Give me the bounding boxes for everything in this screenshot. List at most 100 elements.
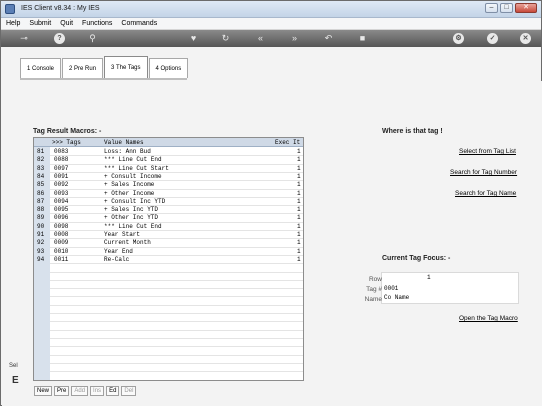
close-button[interactable]: ✕ [515,3,537,13]
row-tag: 0094 [54,197,69,205]
grid-line [50,171,303,173]
menu-quit[interactable]: Quit [55,18,77,29]
column-header-value-names[interactable]: Value Names [104,139,144,146]
row-tag: 0093 [54,189,69,197]
add-button[interactable]: Add [71,386,89,396]
tag-number-label: Tag # [366,286,382,293]
row-exec: 1 [297,148,301,155]
grid-line [50,313,303,314]
grid-line [50,221,303,223]
row-number: 88 [37,206,45,214]
row-value: 1 [427,274,431,281]
key-icon[interactable]: ⊸ [15,33,33,44]
row-value-name: + Sales Income [104,181,155,189]
refresh-icon[interactable]: ↻ [220,33,231,44]
grid-line [50,205,303,207]
minimize-button[interactable]: – [485,3,498,13]
grid-line [50,321,303,323]
row-value-name: *** Line Cut End [104,156,162,164]
row-tag: 0091 [54,172,69,180]
grid-line [50,163,303,165]
side-panel-glyph: E [12,375,19,386]
column-header-tags[interactable]: >>> Tags [52,139,81,146]
grid-line [50,188,303,190]
fast-forward-icon[interactable]: » [289,33,300,44]
row-tag: 0011 [54,255,69,263]
focus-title: Current Tag Focus: - [382,255,451,262]
row-number: 92 [37,239,45,247]
row-number: 85 [37,181,45,189]
open-tag-macro-link[interactable]: Open the Tag Macro [459,315,518,322]
grid-line [50,271,303,273]
tab-divider [20,78,187,80]
row-value-name: + Consult Inc YTD [104,197,166,205]
tab-pre-run[interactable]: 2 Pre Run [62,58,104,78]
window-controls: – □ ✕ [485,3,537,13]
menu-help[interactable]: Help [1,18,24,29]
row-number: 83 [37,164,45,172]
row-label: Row [368,276,382,283]
row-exec: 1 [297,231,301,238]
row-value-name: Year Start [104,231,141,238]
record-buttons: New Pre Add Ins Ed Del [34,386,137,396]
grid-line [50,155,303,157]
app-window: IES Client v8.34 : My IES – □ ✕ Help Sub… [0,0,542,406]
row-value-name: Loss: Ann Bud [104,148,151,155]
stop-icon[interactable]: ■ [357,33,368,44]
tab-options[interactable]: 4 Options [148,58,189,78]
menu-submit[interactable]: Submit [24,18,55,29]
grid-line [50,180,303,182]
row-number: 86 [37,189,45,197]
grid-line [50,337,303,339]
row-exec: 1 [297,214,301,222]
tab-the-tags[interactable]: 3 The Tags [104,56,148,78]
grid-line [50,371,303,373]
grid-line [50,354,303,356]
cancel-icon[interactable]: ✕ [520,33,531,44]
grid-line [50,329,303,331]
row-exec: 1 [297,239,301,247]
row-exec: 1 [297,247,301,255]
settings-icon[interactable]: ⚙ [453,33,464,44]
row-value-name: *** Line Cut End [104,222,162,230]
grid-line [50,279,303,281]
select-from-tag-list-link[interactable]: Select from Tag List [459,148,516,155]
row-value-name: + Sales Inc YTD [104,206,159,214]
maximize-button[interactable]: □ [500,3,513,13]
ins-button[interactable]: Ins [90,386,105,396]
tag-number-value: 0001 [384,285,399,292]
undo-icon[interactable]: ↶ [323,33,334,44]
grid-line [50,263,303,265]
row-tag: 0083 [54,148,69,155]
tag-name-value: Co Name [384,294,410,301]
row-tag: 0010 [54,247,69,255]
tab-console[interactable]: 1 Console [20,58,62,78]
menu-functions[interactable]: Functions [77,18,116,29]
search-icon[interactable]: ⚲ [87,33,98,44]
search-tag-name-link[interactable]: Search for Tag Name [455,190,516,197]
help-icon[interactable]: ? [54,33,65,44]
pre-button[interactable]: Pre [54,386,70,396]
row-value-name: + Other Inc YTD [104,214,159,222]
menu-commands[interactable]: Commands [116,18,161,29]
search-tag-number-link[interactable]: Search for Tag Number [450,169,517,176]
ed-button[interactable]: Ed [106,386,120,396]
row-exec: 1 [297,181,301,189]
grid-line [50,346,303,348]
macros-table[interactable]: >>> Tags Value Names Exec It 81 0083 Loss:… [33,137,304,381]
row-value-name: Current Month [104,239,151,247]
new-button[interactable]: New [34,386,53,396]
row-value-name: *** Line Cut Start [104,164,169,172]
del-button[interactable]: Del [121,386,137,396]
row-tag: 0095 [54,206,69,214]
row-number: 93 [37,247,45,255]
where-title: Where is that tag ! [382,128,443,135]
grid-line [50,238,303,240]
rewind-icon[interactable]: « [255,33,266,44]
heart-icon[interactable]: ♥ [188,33,199,44]
check-icon[interactable]: ✓ [487,33,498,44]
column-header-exec[interactable]: Exec It [275,139,300,146]
row-value-name: + Consult Income [104,172,162,180]
row-number: 91 [37,231,45,238]
row-tag: 0096 [54,214,69,222]
